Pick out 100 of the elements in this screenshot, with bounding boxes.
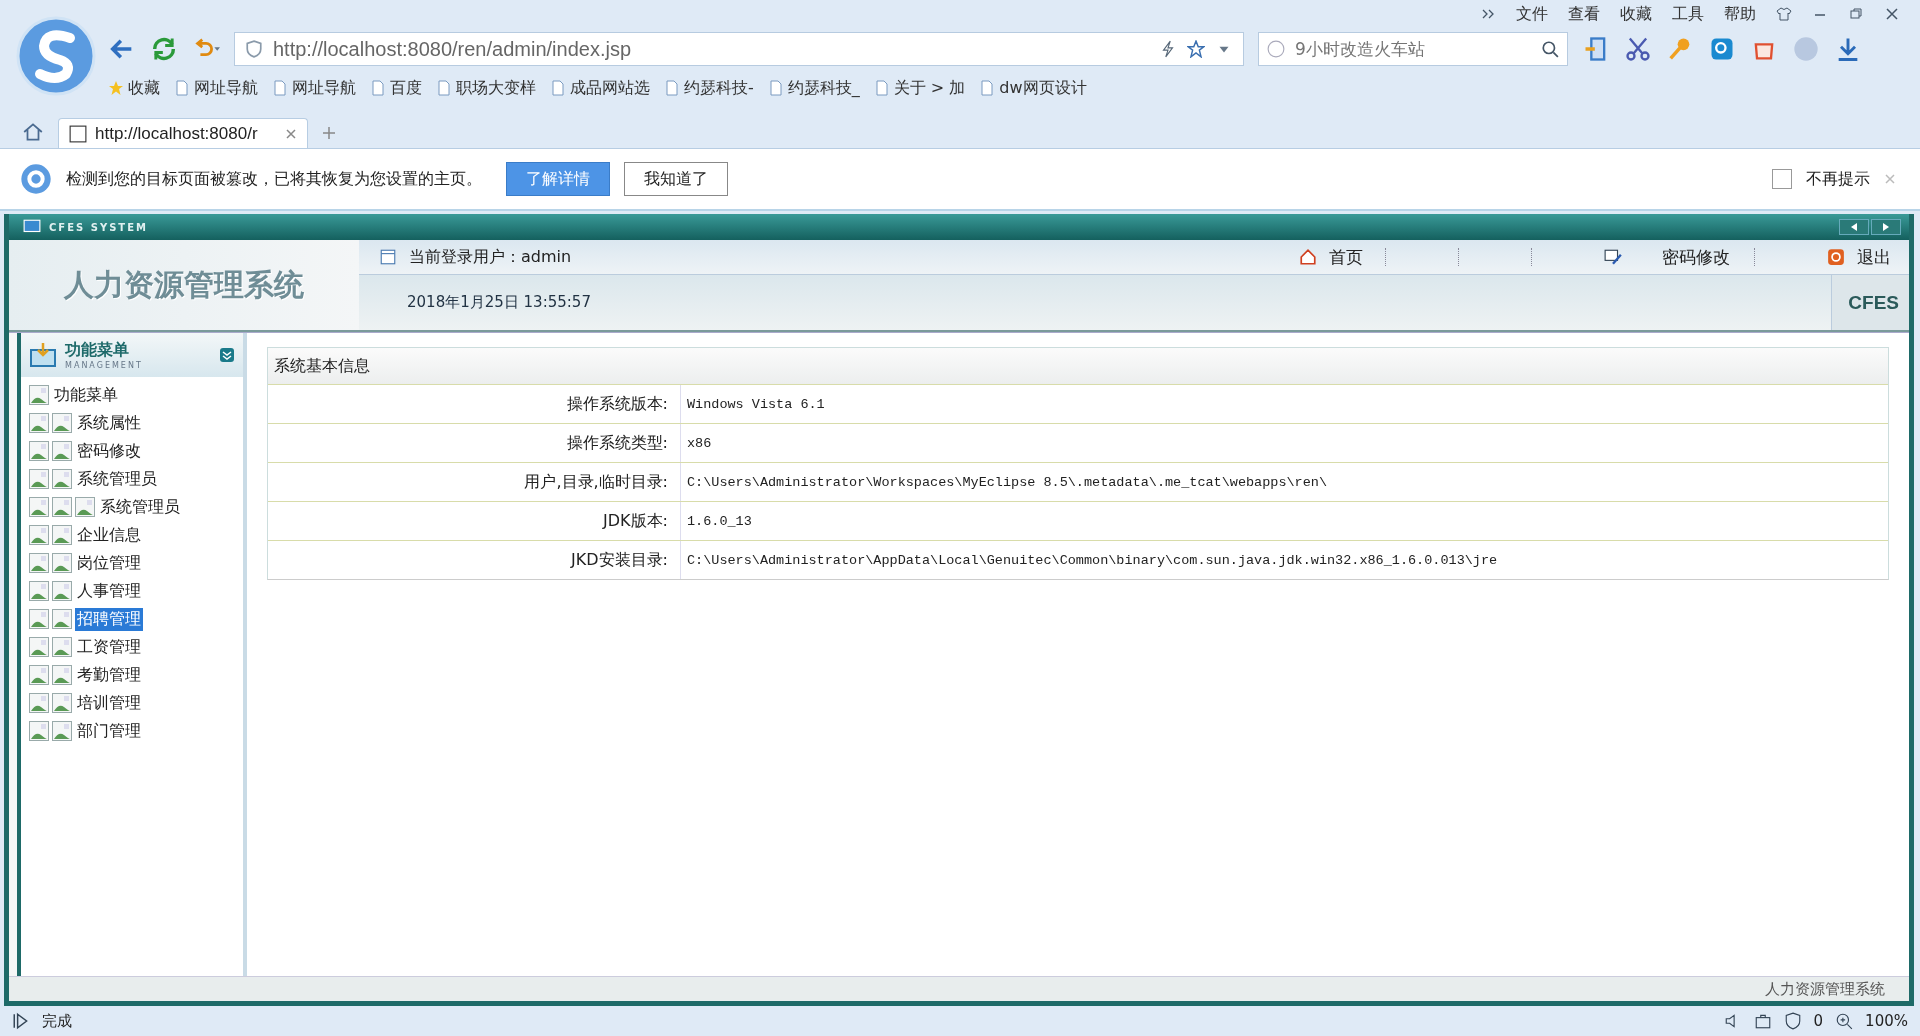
bookmark-item[interactable]: 收藏 — [108, 77, 160, 99]
menu-item[interactable]: 文件 — [1516, 3, 1548, 25]
image-icon — [29, 413, 49, 433]
restore-icon[interactable] — [1848, 6, 1864, 22]
scissors-icon[interactable] — [1624, 35, 1652, 63]
section-title: 系统基本信息 — [268, 348, 1888, 385]
page-icon — [272, 80, 288, 96]
frame-title: CFES SYSTEM — [49, 221, 148, 233]
search-icon[interactable] — [1541, 40, 1559, 58]
tree-item[interactable]: 企业信息 — [75, 523, 143, 547]
bookmark-item[interactable]: 约瑟科技_ — [767, 77, 860, 99]
tree-item[interactable]: 系统管理员 — [98, 495, 182, 519]
nav-link[interactable]: 首页 — [1329, 245, 1373, 269]
tree-item[interactable]: 系统管理员 — [75, 467, 159, 491]
bookmark-item[interactable]: 约瑟科技- — [664, 77, 754, 99]
image-icon — [29, 497, 49, 517]
search-field[interactable]: 9小时改造火车站 — [1293, 38, 1533, 60]
tree-item[interactable]: 考勤管理 — [75, 663, 143, 687]
page-icon — [664, 80, 680, 96]
skin-icon[interactable] — [1776, 6, 1792, 22]
menu-item[interactable]: 查看 — [1568, 3, 1600, 25]
field-label: 用户,目录,临时目录: — [268, 463, 681, 501]
shield-icon[interactable] — [1783, 1012, 1802, 1030]
image-icon — [29, 581, 49, 601]
field-label: JKD安装目录: — [268, 541, 681, 579]
window-icon — [379, 248, 397, 266]
field-value: 1.6.0_13 — [686, 512, 753, 531]
refresh-icon[interactable] — [150, 35, 178, 63]
field-label: 操作系统版本: — [268, 385, 681, 423]
menu-item[interactable]: 收藏 — [1620, 3, 1652, 25]
lightning-icon[interactable] — [1159, 40, 1177, 58]
pencil-note-icon[interactable] — [1604, 248, 1622, 266]
bookmark-item[interactable]: dw网页设计 — [979, 77, 1087, 99]
tree-item[interactable]: 培训管理 — [75, 691, 143, 715]
home-icon[interactable] — [1299, 248, 1317, 266]
nav-link[interactable]: 退出 — [1857, 245, 1901, 269]
image-icon — [52, 693, 72, 713]
tree-item[interactable]: 岗位管理 — [75, 551, 143, 575]
image-icon — [52, 497, 72, 517]
bookmark-item[interactable]: 职场大变样 — [436, 77, 536, 99]
image-icon — [29, 637, 49, 657]
bookmark-item[interactable]: 关于 > 加 — [873, 77, 966, 99]
field-label: 操作系统类型: — [268, 424, 681, 462]
menu-subtitle: MANAGEMENT — [65, 361, 143, 370]
menu-item[interactable]: 工具 — [1672, 3, 1704, 25]
tree-item[interactable]: 系统属性 — [75, 411, 143, 435]
field-value: C:\Users\Administrator\AppData\Local\Genuitec\Common\binary\com.sun.java.jdk.win32.x86_1.6.0.013\jre — [686, 551, 1499, 570]
next-button[interactable] — [1871, 219, 1901, 235]
zoom-icon[interactable] — [1835, 1012, 1854, 1030]
tree-item[interactable]: 招聘管理 — [75, 607, 143, 631]
tree-item[interactable]: 部门管理 — [75, 719, 143, 743]
address-bar[interactable]: http://localhost:8080/ren/admin/index.jsp — [234, 32, 1244, 66]
image-icon — [52, 581, 72, 601]
close-icon[interactable] — [1884, 6, 1900, 22]
search-field[interactable]: 9小时改造火车站 — [1258, 32, 1568, 66]
checkbox-label[interactable]: 不再提示 — [1806, 168, 1870, 190]
page-icon — [436, 80, 452, 96]
image-icon — [52, 609, 72, 629]
menu-title: 功能菜单 — [65, 340, 130, 361]
sidebar-toggle-icon[interactable] — [12, 1012, 30, 1030]
blocked-count: 0 — [1813, 1012, 1824, 1030]
image-icon — [52, 553, 72, 573]
system-title: 人力资源管理系统 — [64, 265, 304, 304]
nav-link[interactable]: 密码修改 — [1634, 245, 1742, 269]
power-icon[interactable] — [1827, 248, 1845, 266]
menu-item[interactable]: 帮助 — [1724, 3, 1756, 25]
bookmark-item[interactable]: 网址导航 — [272, 77, 356, 99]
checkbox[interactable] — [1772, 169, 1792, 189]
footer-text: 人力资源管理系统 — [1765, 979, 1885, 999]
browser-tab[interactable]: http://localhost:8080/r — [58, 118, 308, 148]
bookmark-item[interactable]: 网址导航 — [174, 77, 258, 99]
previous-button[interactable] — [1839, 219, 1869, 235]
url-text: http://localhost:8080/ren/admin/index.jsp — [273, 37, 632, 61]
field-value: C:\Users\Administrator\Workspaces\MyEclipse 8.5\.metadata\.me_tcat\webapps\ren\ — [686, 473, 1328, 492]
tree-item[interactable]: 工资管理 — [75, 635, 143, 659]
image-icon — [29, 721, 49, 741]
tree-item[interactable]: 功能菜单 — [52, 383, 120, 407]
browser-logo-icon[interactable] — [16, 16, 96, 96]
shield-icon — [245, 40, 263, 58]
brand-label: CFES — [1831, 275, 1909, 330]
zoom-level[interactable]: 100% — [1865, 1012, 1908, 1030]
image-icon — [29, 441, 49, 461]
bookmark-item[interactable]: 百度 — [370, 77, 422, 99]
page-icon — [873, 80, 890, 96]
datetime-text: 2018年1月25日 13:55:57 — [407, 293, 591, 312]
image-icon — [29, 609, 49, 629]
page-icon — [979, 80, 996, 96]
notice-text: 检测到您的目标页面被篡改，已将其恢复为您设置的主页。 — [66, 168, 482, 190]
image-icon — [29, 553, 49, 573]
collapse-icon[interactable] — [219, 347, 235, 363]
star-icon[interactable] — [1187, 40, 1205, 58]
dismiss-button[interactable]: 我知道了 — [624, 162, 728, 196]
page-icon — [767, 80, 784, 96]
page-icon — [370, 80, 386, 96]
tree-item[interactable]: 人事管理 — [75, 579, 143, 603]
tree-item[interactable]: 密码修改 — [75, 439, 143, 463]
close-icon[interactable] — [285, 127, 297, 140]
bookmark-item[interactable]: 成品网站选 — [550, 77, 650, 99]
home-icon[interactable] — [22, 121, 44, 143]
page-icon — [69, 124, 87, 143]
